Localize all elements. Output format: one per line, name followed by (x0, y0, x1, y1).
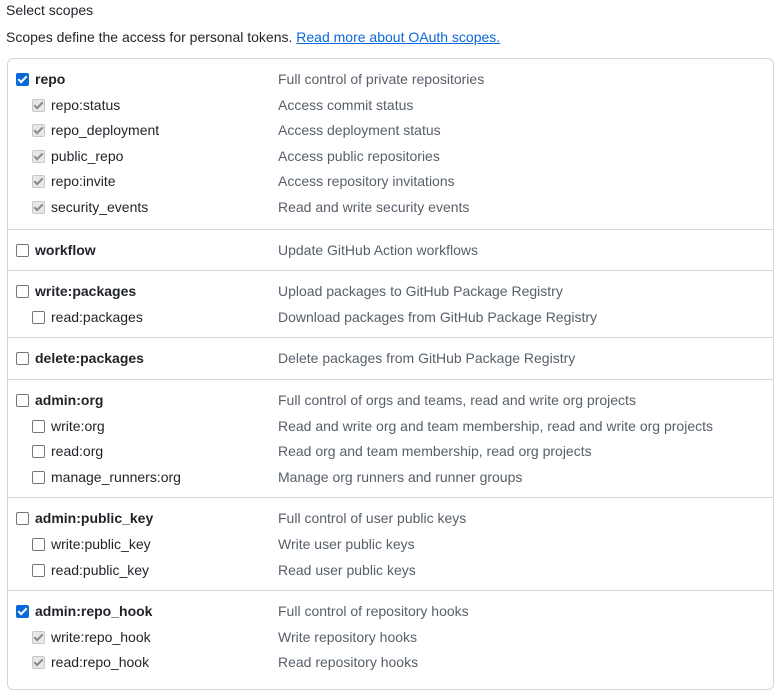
section-heading: Select scopes (6, 2, 94, 18)
scope-group-admin-public-key: admin:public_key Full control of user pub… (8, 497, 773, 591)
scope-row: delete:packages Delete packages from GitH… (8, 346, 773, 370)
child-scope-checkbox[interactable] (32, 310, 45, 324)
scope-name[interactable]: admin:public_key (35, 510, 153, 526)
scope-group-workflow: workflow Update GitHub Action workflows (8, 228, 773, 272)
scope-row: admin:public_key Full control of user pub… (8, 506, 773, 530)
child-scope-checkbox (32, 656, 45, 670)
scope-description: Download packages from GitHub Package Re… (278, 308, 598, 325)
scope-description: Full control of private repositories (278, 71, 485, 87)
child-scope-checkbox[interactable] (32, 419, 45, 433)
scope-description: Full control of orgs and teams, read and… (278, 392, 636, 408)
child-scope-name[interactable]: repo:invite (51, 173, 116, 189)
child-scope-row: write:public_key Write user public keys (8, 532, 773, 556)
child-scope-name[interactable]: write:public_key (51, 536, 151, 552)
scope-checkbox[interactable] (16, 73, 29, 86)
child-scope-row: public_repo Access public repositories (8, 144, 773, 168)
scope-description: Access repository invitations (278, 173, 455, 190)
scope-name[interactable]: workflow (35, 242, 96, 258)
child-scope-row: read:public_key Read user public keys (8, 558, 773, 582)
scope-row: write:packages Upload packages to GitHub … (8, 279, 773, 303)
scope-description: Access public repositories (278, 147, 440, 164)
child-scope-name[interactable]: read:packages (51, 309, 143, 325)
scope-description: Write repository hooks (278, 628, 418, 645)
scope-description: Access commit status (278, 96, 414, 113)
child-scope-row: read:org Read org and team membership, re… (8, 439, 773, 463)
scopes-description: Scopes define the access for personal to… (6, 29, 500, 45)
scope-group-delete-packages: delete:packages Delete packages from GitH… (8, 337, 773, 380)
child-scope-row: repo:invite Access repository invitations (8, 169, 773, 193)
oauth-scopes-link[interactable]: Read more about OAuth scopes. (296, 29, 500, 45)
child-scope-name[interactable]: manage_runners:org (51, 469, 181, 485)
child-scope-checkbox (32, 124, 45, 138)
scope-description: Read and write org and team membership, … (278, 417, 713, 434)
scope-description: Delete packages from GitHub Package Regi… (278, 350, 576, 367)
child-scope-name[interactable]: repo_deployment (51, 122, 159, 138)
scope-name[interactable]: admin:repo_hook (35, 603, 152, 619)
scope-name[interactable]: repo (35, 71, 65, 87)
scope-description: Full control of user public keys (278, 510, 467, 527)
scope-checkbox[interactable] (16, 512, 29, 526)
scope-description: Full control of repository hooks (278, 603, 469, 620)
scope-name[interactable]: write:packages (35, 283, 136, 299)
scope-description: Upload packages to GitHub Package Regist… (278, 283, 563, 300)
child-scope-name[interactable]: repo:status (51, 97, 120, 113)
scope-description: Read and write security events (278, 199, 470, 215)
child-scope-row: repo_deployment Access deployment status (8, 118, 773, 142)
child-scope-row: read:packages Download packages from GitH… (8, 305, 773, 329)
scope-checkbox[interactable] (16, 352, 29, 366)
scope-checkbox[interactable] (16, 394, 29, 407)
child-scope-checkbox (32, 98, 45, 112)
child-scope-row: read:repo_hook Read repository hooks (8, 650, 773, 674)
child-scope-name[interactable]: public_repo (51, 148, 123, 164)
scope-description: Update GitHub Action workflows (278, 241, 478, 258)
scope-description: Access deployment status (278, 122, 441, 139)
child-scope-row: repo:status Access commit status (8, 93, 773, 117)
child-scope-name[interactable]: write:org (51, 418, 105, 434)
scope-row: admin:org Full control of orgs and teams,… (8, 388, 773, 412)
child-scope-checkbox[interactable] (32, 537, 45, 551)
child-scope-name[interactable]: read:org (51, 443, 103, 459)
scope-description: Write user public keys (278, 535, 415, 552)
child-scope-row: security_events Read and write security e… (8, 195, 773, 219)
scope-name[interactable]: admin:org (35, 392, 103, 408)
scope-description: Read user public keys (278, 561, 416, 578)
scope-checkbox[interactable] (16, 243, 29, 257)
child-scope-checkbox (32, 630, 45, 644)
scope-description: Manage org runners and runner groups (278, 468, 523, 485)
child-scope-name[interactable]: write:repo_hook (51, 629, 151, 645)
child-scope-checkbox[interactable] (32, 445, 45, 459)
child-scope-name[interactable]: read:public_key (51, 562, 149, 578)
child-scope-row: manage_runners:org Manage org runners and… (8, 465, 773, 489)
scope-checkbox[interactable] (16, 605, 29, 619)
scope-group-admin-org: admin:org Full control of orgs and teams,… (8, 379, 773, 498)
scope-group-admin-repo-hook: admin:repo_hook Full control of repositor… (8, 590, 773, 684)
scope-description: Read repository hooks (278, 654, 419, 671)
child-scope-row: write:repo_hook Write repository hooks (8, 625, 773, 649)
child-scope-checkbox[interactable] (32, 470, 45, 484)
child-scope-name[interactable]: security_events (51, 199, 148, 215)
scope-row: admin:repo_hook Full control of repositor… (8, 599, 773, 623)
child-scope-name[interactable]: read:repo_hook (51, 654, 149, 670)
scope-checkbox[interactable] (16, 285, 29, 299)
child-scope-checkbox (32, 175, 45, 189)
child-scope-checkbox (32, 201, 45, 214)
child-scope-checkbox[interactable] (32, 563, 45, 577)
scopes-list: repo Full control of private repositories… (7, 58, 774, 690)
scope-group-write-packages: write:packages Upload packages to GitHub … (8, 270, 773, 338)
child-scope-row: write:org Read and write org and team mem… (8, 414, 773, 438)
child-scope-checkbox (32, 149, 45, 163)
scope-group-repo: repo Full control of private repositories… (8, 59, 773, 229)
scope-row: workflow Update GitHub Action workflows (8, 238, 773, 262)
scope-description: Read org and team membership, read org p… (278, 443, 592, 460)
scope-row: repo Full control of private repositories (8, 67, 773, 91)
intro-text: Scopes define the access for personal to… (6, 29, 297, 45)
scope-name[interactable]: delete:packages (35, 350, 144, 366)
